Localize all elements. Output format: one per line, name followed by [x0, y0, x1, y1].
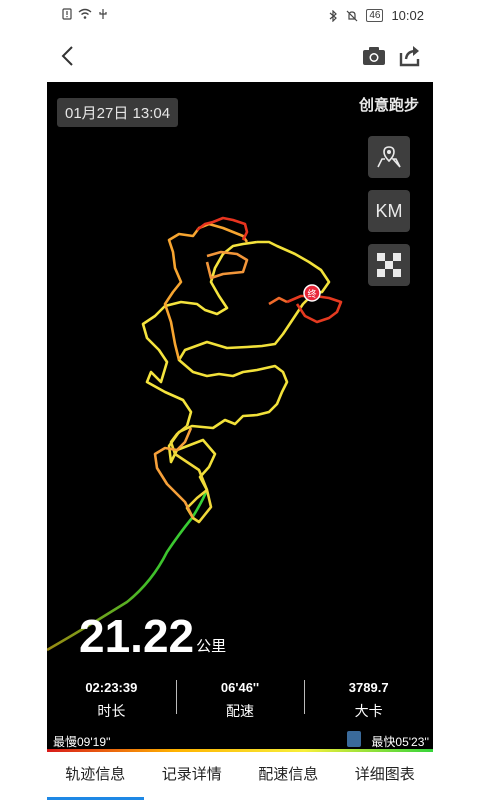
status-right-icons: 46 10:02	[329, 8, 424, 23]
nav-bar	[0, 30, 480, 82]
map-style-button[interactable]	[368, 136, 410, 178]
stat-value: 02:23:39	[85, 680, 138, 695]
stat-label: 大卡	[354, 703, 383, 719]
tab-record-details[interactable]: 记录详情	[144, 752, 241, 800]
camera-icon[interactable]	[360, 42, 388, 70]
tab-bar: 轨迹信息 记录详情 配速信息 详细图表	[0, 752, 480, 800]
stat-label: 配速	[226, 703, 254, 719]
wifi-icon	[78, 8, 92, 19]
stats-row: 02:23:39 时长 06'46'' 配速 3789.7 大卡	[47, 676, 433, 724]
svg-text:终: 终	[307, 288, 316, 300]
pace-legend: 最慢09'19'' 最快05'23''	[47, 730, 433, 752]
tab-track-info[interactable]: 轨迹信息	[47, 752, 144, 800]
status-left-icons	[62, 8, 108, 20]
track-loop-1	[167, 240, 331, 491]
distance-total: 21.22 公里	[79, 612, 226, 660]
tab-pace-info[interactable]: 配速信息	[240, 752, 337, 800]
avatar	[347, 731, 361, 747]
share-icon[interactable]	[396, 42, 424, 70]
unit-toggle-button[interactable]: KM	[368, 190, 410, 232]
pace-fastest: 最快05'23''	[371, 735, 429, 749]
track-loop-2	[141, 240, 258, 427]
tab-detail-charts[interactable]: 详细图表	[337, 752, 434, 800]
record-date: 01月27日 13:04	[57, 98, 179, 127]
stat-value: 3789.7	[348, 680, 389, 695]
distance-value: 21.22	[79, 610, 195, 662]
checker-icon	[377, 253, 401, 277]
stat-calories: 3789.7 大卡	[304, 676, 433, 724]
bluetooth-icon	[329, 9, 338, 22]
map-view[interactable]: 终 01月27日 13:04 创意跑步 KM 21.22 公里 02:23:39…	[47, 82, 433, 752]
distance-unit: 公里	[196, 638, 227, 655]
sim-alert-icon	[62, 8, 72, 20]
mute-icon	[346, 10, 358, 21]
status-time: 10:02	[391, 8, 424, 23]
map-pin-icon	[377, 146, 401, 168]
status-bar: 46 10:02	[0, 0, 480, 30]
stat-pace: 06'46'' 配速	[175, 676, 305, 724]
track-orange-red-link	[268, 296, 288, 306]
stat-label: 时长	[97, 703, 126, 719]
checker-button[interactable]	[368, 244, 410, 286]
end-marker: 终	[303, 284, 321, 302]
stat-duration: 02:23:39 时长	[47, 676, 176, 724]
stat-value: 06'46''	[220, 680, 260, 695]
brand-logo: 创意跑步	[358, 97, 419, 114]
usb-icon	[99, 9, 107, 19]
battery-icon: 46	[366, 9, 384, 22]
track-orange-3	[153, 427, 195, 519]
chevron-left-icon[interactable]	[54, 42, 82, 70]
pace-slowest: 最慢09'19''	[53, 735, 111, 749]
